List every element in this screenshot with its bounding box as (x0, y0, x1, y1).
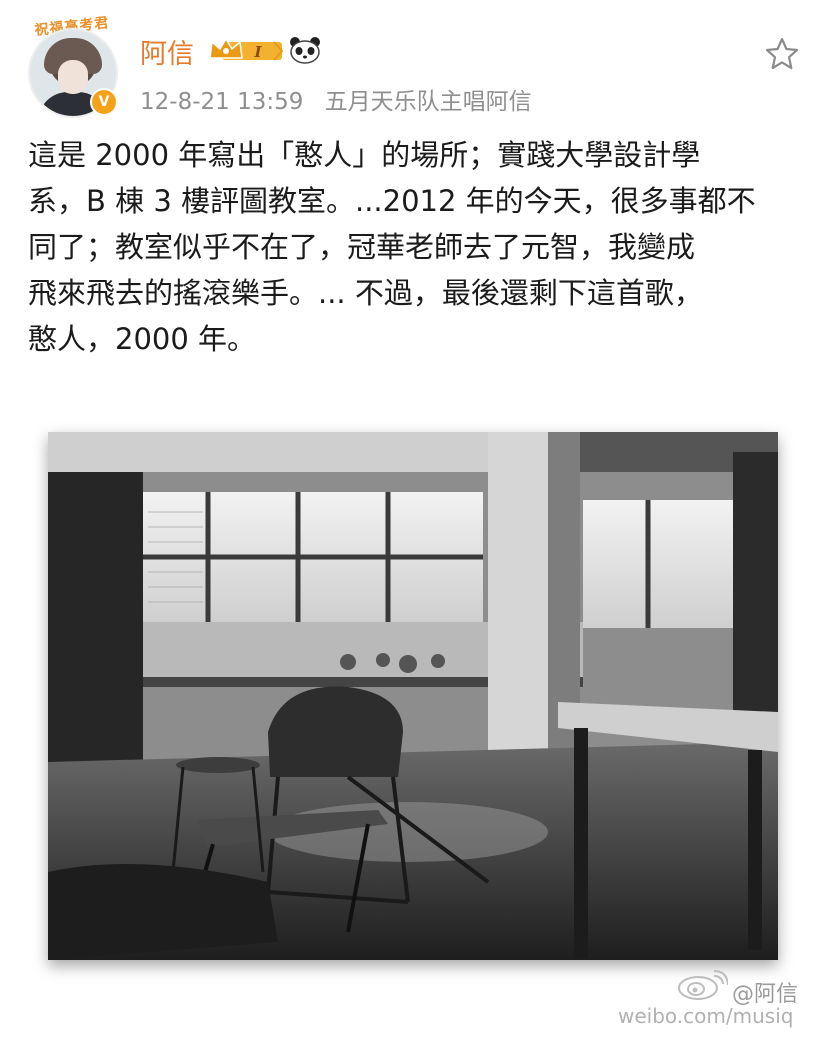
star-outline-icon[interactable] (764, 36, 800, 72)
post-photo[interactable] (48, 432, 778, 960)
post-body: 這是 2000 年寫出「憨人」的場所；實踐大學設計學 系，B 棟 3 樓評圖教室… (28, 132, 808, 362)
post-date: 12-8-21 13:59 (140, 89, 304, 115)
post-text-line: 系，B 棟 3 樓評圖教室。...2012 年的今天，很多事都不 (28, 184, 756, 218)
verified-badge-icon: V (90, 88, 118, 116)
avatar[interactable]: 祝福高考君 V (24, 15, 120, 118)
post-text-line: 飛來飛去的搖滾樂手。... 不過，最後還剩下這首歌， (28, 276, 703, 310)
post-source[interactable]: 五月天乐队主唱阿信 (325, 89, 532, 115)
username[interactable]: 阿信 (140, 32, 194, 71)
post-text-line: 憨人，2000 年。 (28, 322, 257, 356)
classroom-photo (48, 432, 778, 960)
post-text-line: 這是 2000 年寫出「憨人」的場所；實踐大學設計學 (28, 138, 701, 172)
crown-icon: I (209, 37, 284, 61)
panda-icon (290, 37, 320, 64)
level-badge-label: I (253, 43, 262, 61)
post-meta: 12-8-21 13:59 五月天乐队主唱阿信 (140, 82, 532, 116)
weibo-eye-logo-icon (678, 970, 728, 1000)
watermark-url: weibo.com/musiq (618, 1004, 794, 1028)
post-text-line: 同了；教室似乎不在了，冠華老師去了元智，我變成 (28, 230, 696, 264)
